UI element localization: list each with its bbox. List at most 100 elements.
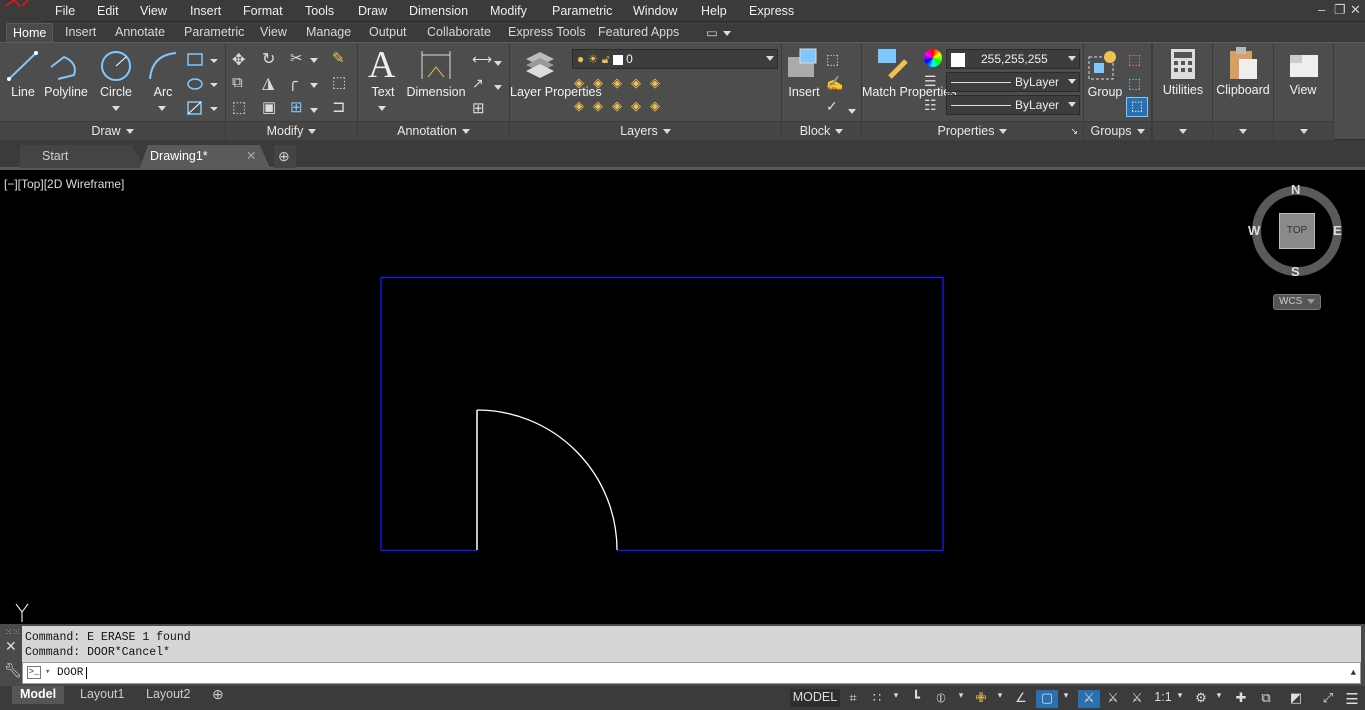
text-button[interactable]: Text <box>366 85 400 100</box>
viewcube-top-face[interactable]: TOP <box>1279 213 1315 249</box>
layer-tools-row2-icon[interactable]: ◈◈◈◈◈ <box>574 98 669 114</box>
panel-title-modify[interactable]: Modify <box>226 121 357 140</box>
menu-file[interactable]: File <box>55 4 75 18</box>
panel-title-groups[interactable]: Groups <box>1084 121 1151 140</box>
command-prompt-icon[interactable]: >_ <box>27 666 41 679</box>
file-tab-start[interactable]: Start <box>20 145 146 168</box>
recent-commands-dropdown-icon[interactable]: ▾ <box>45 662 50 682</box>
copy-icon[interactable]: ⧉ <box>232 74 243 91</box>
tab-view[interactable]: View <box>254 23 293 42</box>
menu-window[interactable]: Window <box>633 4 677 18</box>
tab-express-tools[interactable]: Express Tools <box>502 23 592 42</box>
gradient-icon[interactable] <box>186 99 222 117</box>
trim-icon[interactable]: ✂ <box>290 49 303 67</box>
snap-icon[interactable]: ∷ <box>869 690 885 708</box>
clipboard-dropdown-icon[interactable] <box>1213 121 1273 140</box>
workspace-gear-icon[interactable]: ⚙ <box>1192 690 1210 708</box>
create-block-icon[interactable]: ⬚ <box>826 51 839 68</box>
menu-help[interactable]: Help <box>701 4 727 18</box>
command-input-line[interactable]: >_ ▾ DOOR ▲ <box>22 662 1361 684</box>
layout-tab-layout2[interactable]: Layout2 <box>138 686 198 704</box>
object-snap-dropdown-icon[interactable]: ▾ <box>1060 690 1072 708</box>
snap-dropdown-icon[interactable]: ▾ <box>890 690 902 708</box>
group-button[interactable]: Group <box>1084 85 1126 100</box>
panel-title-properties[interactable]: Properties ↘ <box>862 121 1083 140</box>
group-edit-icon[interactable]: ⬚ <box>1128 75 1141 92</box>
linear-dim-dropdown-icon[interactable] <box>494 56 502 70</box>
menu-parametric[interactable]: Parametric <box>552 4 612 18</box>
close-icon[interactable]: ✕ <box>1350 2 1361 18</box>
command-history-expand-icon[interactable]: ▲ <box>1351 663 1356 683</box>
file-tab-drawing1[interactable]: Drawing1* ✕ <box>140 145 270 168</box>
properties-launcher-icon[interactable]: ↘ <box>1070 122 1078 140</box>
trim-dropdown-icon[interactable] <box>310 53 318 67</box>
linetype-dropdown[interactable]: ByLayer <box>946 95 1080 115</box>
fillet-icon[interactable]: ╭ <box>288 72 298 92</box>
array-dropdown-icon[interactable] <box>310 103 318 117</box>
tab-manage[interactable]: Manage <box>300 23 357 42</box>
leader-dropdown-icon[interactable] <box>494 80 502 94</box>
command-grip-icon[interactable]: ⁙⁙ <box>5 627 20 638</box>
object-snap-tracking-icon[interactable]: ∠ <box>1012 690 1030 708</box>
panel-title-annotation[interactable]: Annotation <box>358 121 509 140</box>
menu-format[interactable]: Format <box>243 4 283 18</box>
menu-modify[interactable]: Modify <box>490 4 527 18</box>
workspace-dropdown-icon[interactable]: ▾ <box>1213 690 1225 708</box>
circle-button[interactable]: Circle <box>98 85 134 100</box>
lineweight-dropdown[interactable]: ByLayer <box>946 72 1080 92</box>
line-button[interactable]: Line <box>6 85 40 100</box>
tab-annotate[interactable]: Annotate <box>109 23 171 42</box>
app-logo-icon[interactable] <box>0 0 42 22</box>
utilities-button[interactable]: Utilities <box>1153 83 1213 98</box>
wcs-menu[interactable]: WCS <box>1273 294 1321 310</box>
layer-tools-row1-icon[interactable]: ◈◈◈◈◈ <box>574 75 669 91</box>
menu-view[interactable]: View <box>140 4 167 18</box>
tab-output[interactable]: Output <box>363 23 413 42</box>
utilities-dropdown-icon[interactable] <box>1153 121 1212 140</box>
isodraft-dropdown-icon[interactable]: ▾ <box>994 690 1006 708</box>
color-dropdown[interactable]: 255,255,255 <box>946 49 1080 69</box>
scale-dropdown-icon[interactable]: ▾ <box>1174 690 1186 708</box>
annotation-autoscale-icon[interactable]: ⚔ <box>1104 690 1122 708</box>
menu-draw[interactable]: Draw <box>358 4 387 18</box>
scale-icon[interactable]: ▣ <box>262 98 276 116</box>
array-icon[interactable]: ⊞ <box>290 98 303 116</box>
compass-south-label[interactable]: S <box>1291 264 1300 279</box>
dimension-button[interactable]: Dimension <box>406 85 466 100</box>
panel-title-layers[interactable]: Layers <box>510 121 781 140</box>
command-close-icon[interactable]: ✕ <box>5 638 17 655</box>
stretch-icon[interactable]: ⬚ <box>232 98 246 116</box>
match-properties-button[interactable]: Match Properties <box>862 85 956 100</box>
move-icon[interactable]: ✥ <box>232 50 245 70</box>
group-selection-toggle-icon[interactable]: ⬚ <box>1126 97 1148 117</box>
polar-tracking-icon[interactable]: ⦶ <box>932 690 950 708</box>
command-customize-wrench-icon[interactable]: 🔧︎ <box>4 662 22 679</box>
annotation-visibility-icon[interactable]: ⚔ <box>1078 690 1100 708</box>
rectangle-icon[interactable] <box>186 51 222 69</box>
annotation-scale-icon[interactable]: ⚔ <box>1128 690 1146 708</box>
minimize-icon[interactable]: – <box>1318 2 1325 17</box>
insert-button[interactable]: Insert <box>784 85 824 100</box>
menu-express[interactable]: Express <box>749 4 794 18</box>
tab-home[interactable]: Home <box>6 23 54 42</box>
layer-dropdown[interactable]: ● ☀ 🔓︎ 0 <box>572 49 778 69</box>
isolate-objects-icon[interactable]: ⧉ <box>1256 690 1276 708</box>
table-icon[interactable]: ⊞ <box>472 99 485 117</box>
edit-attributes-icon[interactable]: ✓ <box>826 98 838 115</box>
compass-west-label[interactable]: W <box>1248 223 1260 238</box>
tab-collaborate[interactable]: Collaborate <box>421 23 497 42</box>
ungroup-icon[interactable]: ⬚ <box>1128 51 1141 68</box>
compass-north-label[interactable]: N <box>1291 182 1300 197</box>
linear-dim-icon[interactable]: ⟷ <box>472 51 492 68</box>
isodraft-icon[interactable]: ✙ <box>972 690 990 708</box>
restore-icon[interactable]: ❐ <box>1334 2 1346 18</box>
add-layout-plus-icon[interactable]: ⊕ <box>204 686 232 704</box>
new-tab-plus-icon[interactable]: ⊕ <box>274 145 296 168</box>
polyline-button[interactable]: Polyline <box>42 85 90 100</box>
polar-dropdown-icon[interactable]: ▾ <box>955 690 967 708</box>
arc-button[interactable]: Arc <box>146 85 180 100</box>
arc-dropdown-icon[interactable] <box>158 101 166 115</box>
drawing-viewport[interactable]: [−][Top][2D Wireframe] N S E W TOP WCS <box>0 172 1365 624</box>
tab-insert[interactable]: Insert <box>59 23 102 42</box>
panel-title-draw[interactable]: Draw <box>0 121 225 140</box>
